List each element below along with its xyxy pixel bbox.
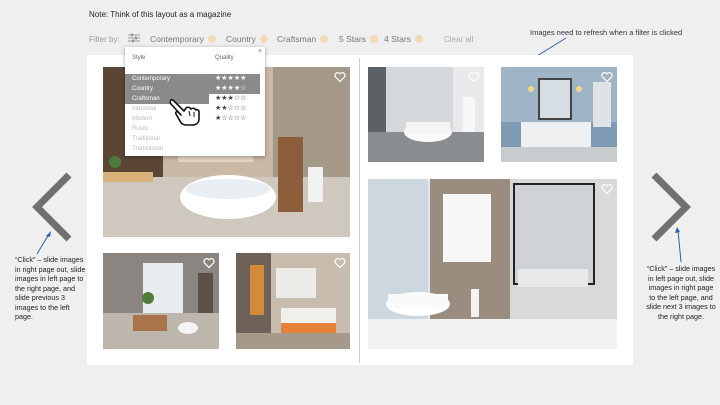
layout-note: Note: Think of this layout as a magazine xyxy=(89,10,232,19)
heart-icon[interactable] xyxy=(468,71,480,83)
sliders-icon[interactable] xyxy=(128,33,140,43)
filter-chip-4-stars[interactable]: 4 Stars xyxy=(384,33,423,45)
bathroom-image xyxy=(103,253,219,349)
style-header: Style xyxy=(132,55,146,61)
annotation-right: “Click” – slide images in left page out,… xyxy=(646,264,716,321)
heart-icon[interactable] xyxy=(203,257,215,269)
style-option-transitional[interactable]: Transitional xyxy=(125,144,163,154)
remove-chip-icon[interactable] xyxy=(259,35,268,43)
filter-chip-country[interactable]: Country xyxy=(226,33,268,45)
bathroom-photo-5[interactable] xyxy=(501,67,617,162)
quality-option-1[interactable]: ★☆☆☆☆ xyxy=(209,114,246,124)
quality-header: Quality xyxy=(215,55,234,61)
bathroom-photo-4[interactable] xyxy=(368,67,484,162)
style-option-modern[interactable]: Modern xyxy=(125,114,152,124)
clear-all-link[interactable]: Clear all xyxy=(444,35,473,44)
heart-icon[interactable] xyxy=(334,71,346,83)
callout-arrow-icon xyxy=(36,231,51,255)
annotation-left: “Click” – slide images in right page out… xyxy=(15,255,86,321)
remove-chip-icon[interactable] xyxy=(369,35,378,43)
quality-option-5[interactable]: ★★★★★ xyxy=(209,74,260,84)
heart-icon[interactable] xyxy=(334,257,346,269)
heart-icon[interactable] xyxy=(601,71,613,83)
bathroom-photo-6[interactable] xyxy=(368,179,617,349)
style-option-rustic[interactable]: Rustic xyxy=(125,124,149,134)
remove-chip-icon[interactable] xyxy=(207,35,216,43)
quality-option-4[interactable]: ★★★★☆ xyxy=(209,84,260,94)
bathroom-image xyxy=(368,67,484,162)
filter-label: Filter by: xyxy=(89,35,120,44)
close-icon[interactable]: × xyxy=(258,48,262,55)
remove-chip-icon[interactable] xyxy=(320,35,329,43)
style-option-industrial[interactable]: Industrial xyxy=(125,104,156,114)
bathroom-photo-3[interactable] xyxy=(236,253,350,349)
style-option-traditional[interactable]: Traditional xyxy=(125,134,160,144)
bathroom-photo-2[interactable] xyxy=(103,253,219,349)
filter-chip-craftsman[interactable]: Craftsman xyxy=(277,33,329,45)
style-option-country[interactable]: Country xyxy=(125,84,209,94)
filter-chip-5-stars[interactable]: 5 Stars xyxy=(339,33,378,45)
quality-option-2[interactable]: ★★☆☆☆ xyxy=(209,104,246,114)
filter-chip-contemporary[interactable]: Contemporary xyxy=(150,33,216,45)
quality-option-3[interactable]: ★★★☆☆ xyxy=(209,94,246,104)
page-spine xyxy=(359,58,360,363)
style-option-contemporary[interactable]: Contemporary xyxy=(125,74,209,84)
hand-pointer-icon xyxy=(169,98,200,126)
heart-icon[interactable] xyxy=(601,183,613,195)
remove-chip-icon[interactable] xyxy=(414,35,423,43)
bathroom-image xyxy=(236,253,350,349)
bathroom-image xyxy=(501,67,617,162)
callout-arrow-icon xyxy=(675,227,682,263)
bathroom-image xyxy=(368,179,617,349)
